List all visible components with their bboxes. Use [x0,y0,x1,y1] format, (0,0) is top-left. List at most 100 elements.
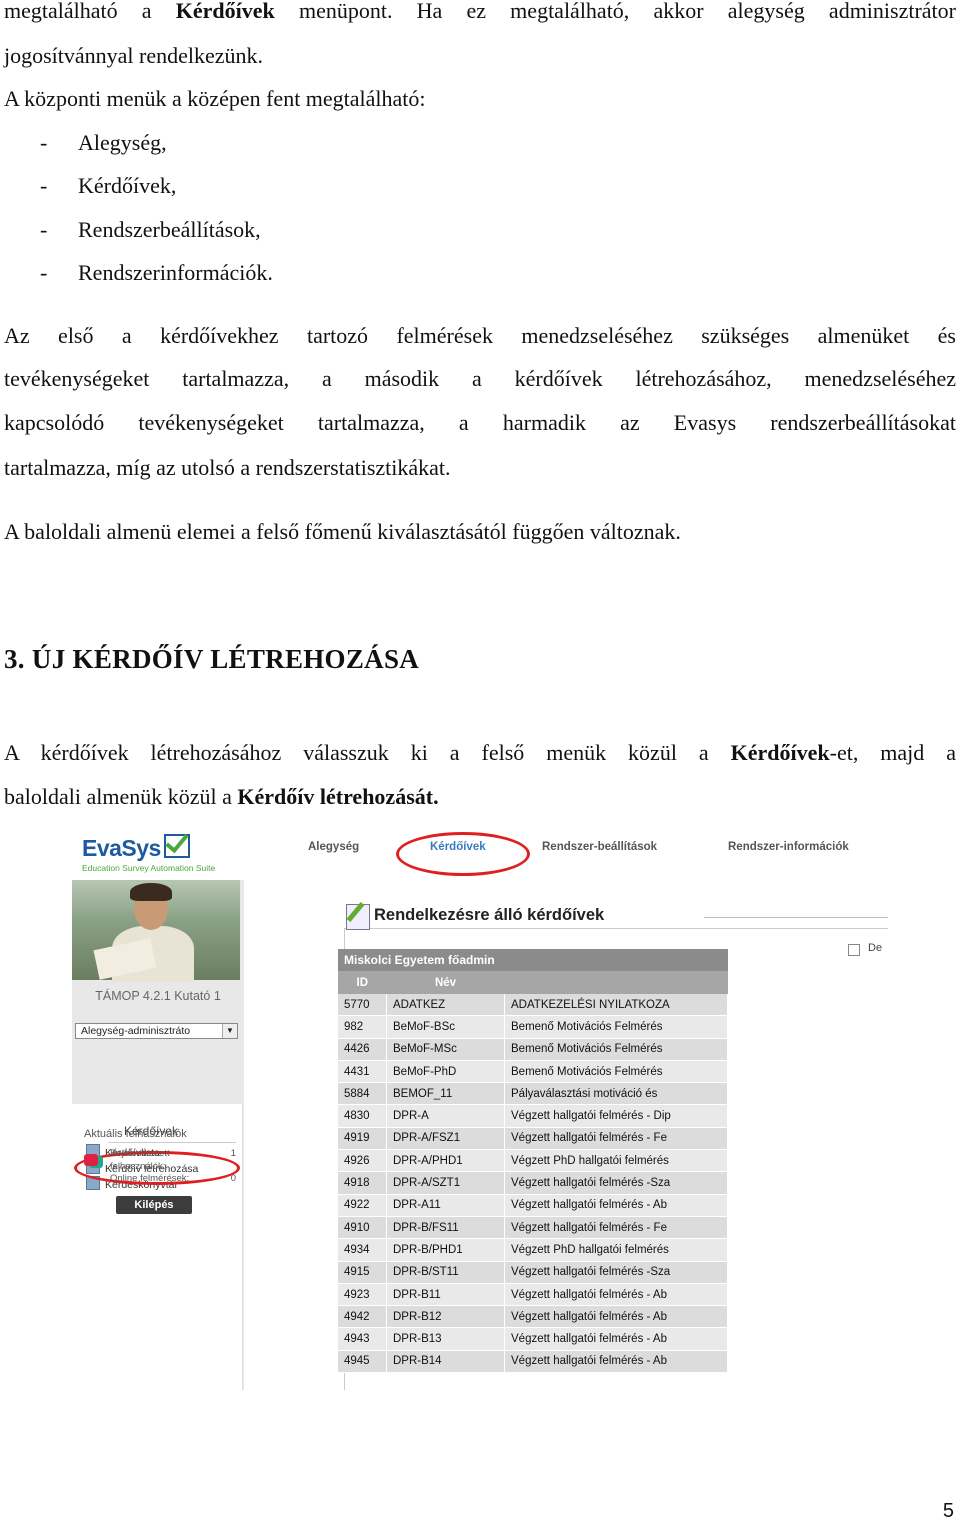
table-cell-title: Bemenő Motivációs Felmérés [504,1015,728,1039]
text-span: A kérdőívek létrehozásához válasszuk ki … [4,740,731,765]
active-users-stats: Bejelentkezett felhasználók: 1 Online fel… [110,1148,236,1186]
table-row[interactable]: 5770 ADATKEZ ADATKEZELÉSI NYILATKOZA [338,994,728,1017]
table-row[interactable]: 4943 DPR-B13 Végzett hallgatói felmérés - … [338,1327,728,1351]
table-caption: Miskolci Egyetem főadmin [338,949,728,971]
table-row[interactable]: 4431 BeMoF-PhD Bemenő Motivációs Felmérés [338,1060,728,1084]
table-cell-id: 4945 [338,1350,387,1374]
filter-checkbox-label: De [868,942,883,954]
table-cell-name: DPR-B/PHD1 [386,1238,505,1262]
list-item: - Alegység, [40,130,167,155]
paragraph-instructions-line2: baloldali almenük közül a Kérdőív létreh… [4,784,439,810]
paragraph-intro-line1: megtalálható a Kérdőívek menüpont. Ha ez… [4,0,956,33]
top-menu-bar: EvaSys Education Survey Automation Suite… [72,828,888,880]
divider [108,1142,236,1143]
list-item-text: Alegység, [78,130,167,155]
unit-role-select[interactable]: Alegység-adminisztráto ▼ [75,1023,238,1039]
table-cell-id: 982 [338,1015,387,1039]
paragraph-description-line3: kapcsolódó tevékenységeket tartalmazza, … [4,410,956,435]
table-cell-title: Végzett hallgatói felmérés - Dip [504,1104,728,1128]
table-cell-name: BEMOF_11 [386,1082,505,1106]
table-cell-title: ADATKEZELÉSI NYILATKOZA [504,994,728,1017]
submenu-panel: Kérdőívek Kérdőívlista Kérdőív létrehozá… [72,1104,243,1390]
logout-button[interactable]: Kilépés [116,1196,192,1214]
table-cell-title: Végzett PhD hallgatói felmérés [504,1149,728,1173]
panel-title: Rendelkezésre álló kérdőívek [374,906,605,924]
table-cell-id: 4922 [338,1194,387,1217]
paragraph-description-line4: tartalmazza, míg az utolsó a rendszersta… [4,455,451,480]
table-cell-title: Végzett hallgatói felmérés - Ab [504,1283,728,1307]
list-item-text: Rendszerinformációk. [78,260,273,285]
highlight-ring [396,832,530,876]
online-value: 0 [230,1173,236,1184]
table-cell-id: 4426 [338,1038,387,1061]
paragraph-description-line1: Az első a kérdőívekhez tartozó felmérése… [4,323,956,348]
column-header-name[interactable]: Név [386,971,505,994]
table-row[interactable]: 4919 DPR-A/FSZ1 Végzett hallgatói felmérés… [338,1127,728,1151]
left-sidebar: TÁMOP 4.2.1 Kutató 1 Alegység-adminisztr… [72,880,244,1390]
table-cell-name: DPR-B11 [386,1283,505,1307]
table-row[interactable]: 4934 DPR-B/PHD1 Végzett PhD hallgatói felm… [338,1238,728,1262]
form-edit-icon [346,904,370,930]
table-row[interactable]: 4910 DPR-B/FS11 Végzett hallgatói felmérés… [338,1216,728,1240]
table-cell-id: 4942 [338,1305,387,1329]
table-cell-id: 4919 [338,1127,387,1151]
table-cell-title: Végzett hallgatói felmérés - Ab [504,1194,728,1217]
table-row[interactable]: 4426 BeMoF-MSc Bemenő Motivációs Felmérés [338,1038,728,1061]
table-cell-title: Pályaválasztási motiváció és [504,1082,728,1106]
table-cell-id: 5770 [338,994,387,1017]
table-cell-title: Bemenő Motivációs Felmérés [504,1060,728,1084]
table-cell-name: DPR-A [386,1104,505,1128]
online-label: Online felmérések: [110,1173,190,1184]
menu-alegyseg[interactable]: Alegység [308,841,359,853]
list-item: - Rendszerinformációk. [40,260,273,285]
table-cell-id: 4923 [338,1283,387,1307]
table-cell-name: DPR-B12 [386,1305,505,1329]
table-cell-id: 4431 [338,1060,387,1084]
table-cell-name: DPR-B/FS11 [386,1216,505,1240]
table-row[interactable]: 4942 DPR-B12 Végzett hallgatói felmérés - … [338,1305,728,1329]
menu-rendszer-informaciok[interactable]: Rendszer-információk [728,841,849,853]
text-span: -et, majd a [829,740,956,765]
logo-tagline: Education Survey Automation Suite [82,863,216,873]
table-row[interactable]: 4926 DPR-A/PHD1 Végzett PhD hallgatói felm… [338,1149,728,1173]
column-header-id[interactable]: ID [338,971,387,994]
table-cell-id: 4910 [338,1216,387,1240]
table-row[interactable]: 4918 DPR-A/SZT1 Végzett hallgatói felmérés… [338,1171,728,1195]
paragraph-intro-line2: jogosítvánnyal rendelkezünk. [4,43,264,68]
table-row[interactable]: 4830 DPR-A Végzett hallgatói felmérés - Di… [338,1104,728,1128]
filter-checkbox[interactable] [848,944,860,956]
table-cell-title: Végzett PhD hallgatói felmérés [504,1238,728,1262]
unit-name: TÁMOP 4.2.1 Kutató 1 [95,989,221,1003]
table-row[interactable]: 982 BeMoF-BSc Bemenő Motivációs Felmérés [338,1015,728,1039]
text-span: menüpont. Ha ez megtalálható, akkor aleg… [274,0,956,23]
table-cell-id: 4918 [338,1171,387,1195]
table-row[interactable]: 4915 DPR-B/ST11 Végzett hallgatói felmérés… [338,1261,728,1284]
table-row[interactable]: 4945 DPR-B14 Végzett hallgatói felmérés - … [338,1350,728,1374]
text-span: megtalálható a [4,0,176,23]
table-cell-name: BeMoF-MSc [386,1038,505,1061]
users-icon [84,1154,98,1166]
table-cell-name: BeMoF-PhD [386,1060,505,1084]
menu-rendszer-beallitasok[interactable]: Rendszer-beállítások [542,841,657,853]
paragraph-submenu-note: A baloldali almenü elemei a felső főmenű… [4,519,681,544]
list-item: - Kérdőívek, [40,173,177,198]
table-row[interactable]: 4922 DPR-A11 Végzett hallgatói felmérés - … [338,1194,728,1217]
active-users-title: Aktuális felhasználók [84,1128,187,1140]
bold-menu-name: Kérdőívek [175,0,275,23]
list-item-text: Rendszerbeállítások, [78,217,261,242]
table-row[interactable]: 5884 BEMOF_11 Pályaválasztási motiváció és [338,1082,728,1106]
bold-menu-name: Kérdőívek [730,740,830,765]
table-cell-title: Végzett hallgatói felmérés -Sza [504,1171,728,1195]
table-cell-name: ADATKEZ [386,994,505,1017]
table-cell-name: DPR-B/ST11 [386,1261,505,1284]
table-cell-title: Végzett hallgatói felmérés - Ab [504,1327,728,1351]
paragraph-instructions-line1: A kérdőívek létrehozásához válasszuk ki … [4,731,956,775]
divider [704,917,888,918]
column-header-title[interactable] [504,971,728,994]
table-cell-name: DPR-A/FSZ1 [386,1127,505,1151]
evasys-logo: EvaSys Education Survey Automation Suite [82,832,215,873]
bold-submenu-name: Kérdőív létrehozását. [237,784,439,809]
table-cell-name: DPR-B13 [386,1327,505,1351]
chevron-down-icon: ▼ [222,1024,237,1038]
table-row[interactable]: 4923 DPR-B11 Végzett hallgatói felmérés - … [338,1283,728,1307]
